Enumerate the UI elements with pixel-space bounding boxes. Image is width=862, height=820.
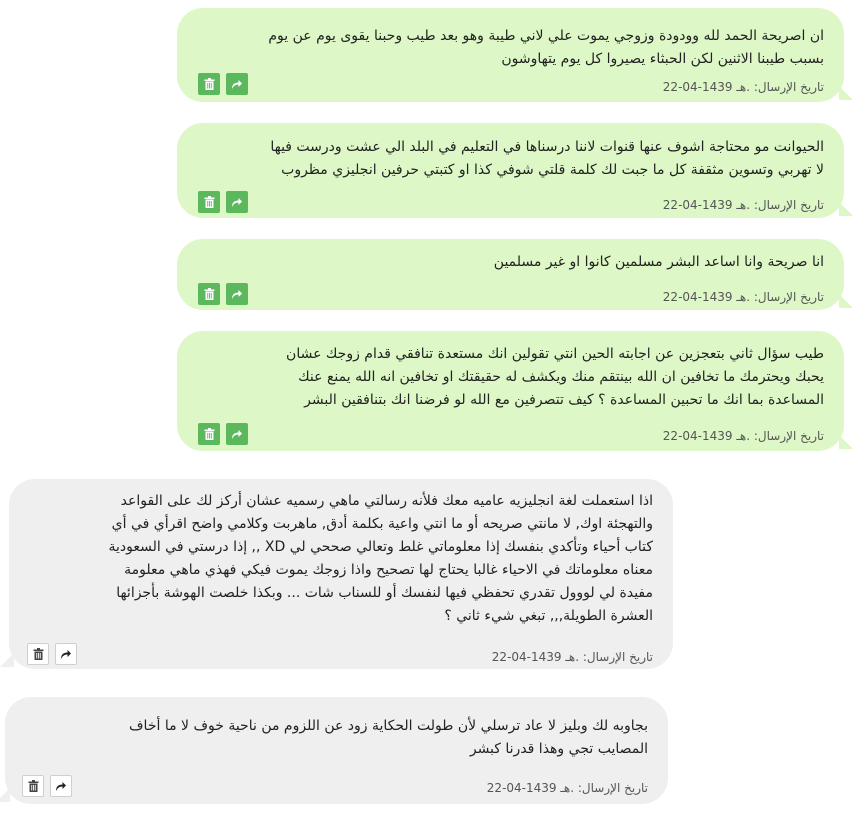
message-bubble-sent: انا صريحة وانا اساعد البشر مسلمين كانوا … — [177, 239, 853, 310]
delete-button[interactable] — [198, 283, 220, 305]
delete-button[interactable] — [198, 73, 220, 95]
forward-arrow-icon — [232, 80, 242, 89]
sent-date: تاريخ الإرسال: 22-04-1439 هـ. — [662, 290, 824, 304]
message-bubble-received: بجاوبه لك وبليز لا عاد ترسلي لأن طولت ال… — [0, 697, 668, 804]
forward-arrow-icon — [232, 290, 242, 299]
forward-button[interactable] — [50, 775, 72, 797]
message-text: طيب سؤال ثاني بتعجزين عن اجابته الحين ان… — [286, 346, 824, 408]
trash-icon — [204, 428, 214, 440]
forward-button[interactable] — [226, 423, 248, 445]
sent-date: تاريخ الإرسال: 22-04-1439 هـ. — [662, 80, 824, 94]
delete-button[interactable] — [22, 775, 44, 797]
forward-arrow-icon — [56, 782, 66, 791]
bubble-tail — [839, 435, 853, 449]
sent-date: تاريخ الإرسال: 22-04-1439 هـ. — [486, 781, 648, 795]
trash-icon — [33, 648, 43, 660]
forward-arrow-icon — [232, 198, 242, 207]
trash-icon — [28, 780, 38, 792]
forward-arrow-icon — [232, 430, 242, 439]
trash-icon — [204, 288, 214, 300]
forward-button[interactable] — [55, 643, 77, 665]
trash-icon — [204, 78, 214, 90]
bubble-tail — [0, 653, 14, 667]
forward-arrow-icon — [61, 650, 71, 659]
forward-button[interactable] — [226, 73, 248, 95]
forward-button[interactable] — [226, 283, 248, 305]
trash-icon — [204, 196, 214, 208]
message-bubble-sent: طيب سؤال ثاني بتعجزين عن اجابته الحين ان… — [177, 331, 853, 451]
bubble-tail — [839, 202, 853, 216]
message-text: انا صريحة وانا اساعد البشر مسلمين كانوا … — [493, 254, 824, 270]
sent-date: تاريخ الإرسال: 22-04-1439 هـ. — [491, 650, 653, 664]
message-text: اذا استعملت لغة انجليزيه عاميه معك فلأنه… — [108, 493, 653, 624]
message-bubble-sent: الحيوانت مو محتاجة اشوف عنها قنوات لاننا… — [177, 123, 853, 218]
bubble-tail — [0, 788, 10, 802]
message-text: ان اصريحة الحمد لله وودودة وزوجي يموت عل… — [268, 28, 824, 67]
sent-date: تاريخ الإرسال: 22-04-1439 هـ. — [662, 198, 824, 212]
forward-button[interactable] — [226, 191, 248, 213]
bubble-tail — [839, 86, 853, 100]
delete-button[interactable] — [27, 643, 49, 665]
delete-button[interactable] — [198, 191, 220, 213]
delete-button[interactable] — [198, 423, 220, 445]
message-text: الحيوانت مو محتاجة اشوف عنها قنوات لاننا… — [270, 139, 824, 178]
message-bubble-received: اذا استعملت لغة انجليزيه عاميه معك فلأنه… — [0, 479, 673, 669]
bubble-tail — [839, 294, 853, 308]
sent-date: تاريخ الإرسال: 22-04-1439 هـ. — [662, 429, 824, 443]
message-text: بجاوبه لك وبليز لا عاد ترسلي لأن طولت ال… — [129, 718, 648, 757]
message-bubble-sent: ان اصريحة الحمد لله وودودة وزوجي يموت عل… — [177, 8, 853, 102]
